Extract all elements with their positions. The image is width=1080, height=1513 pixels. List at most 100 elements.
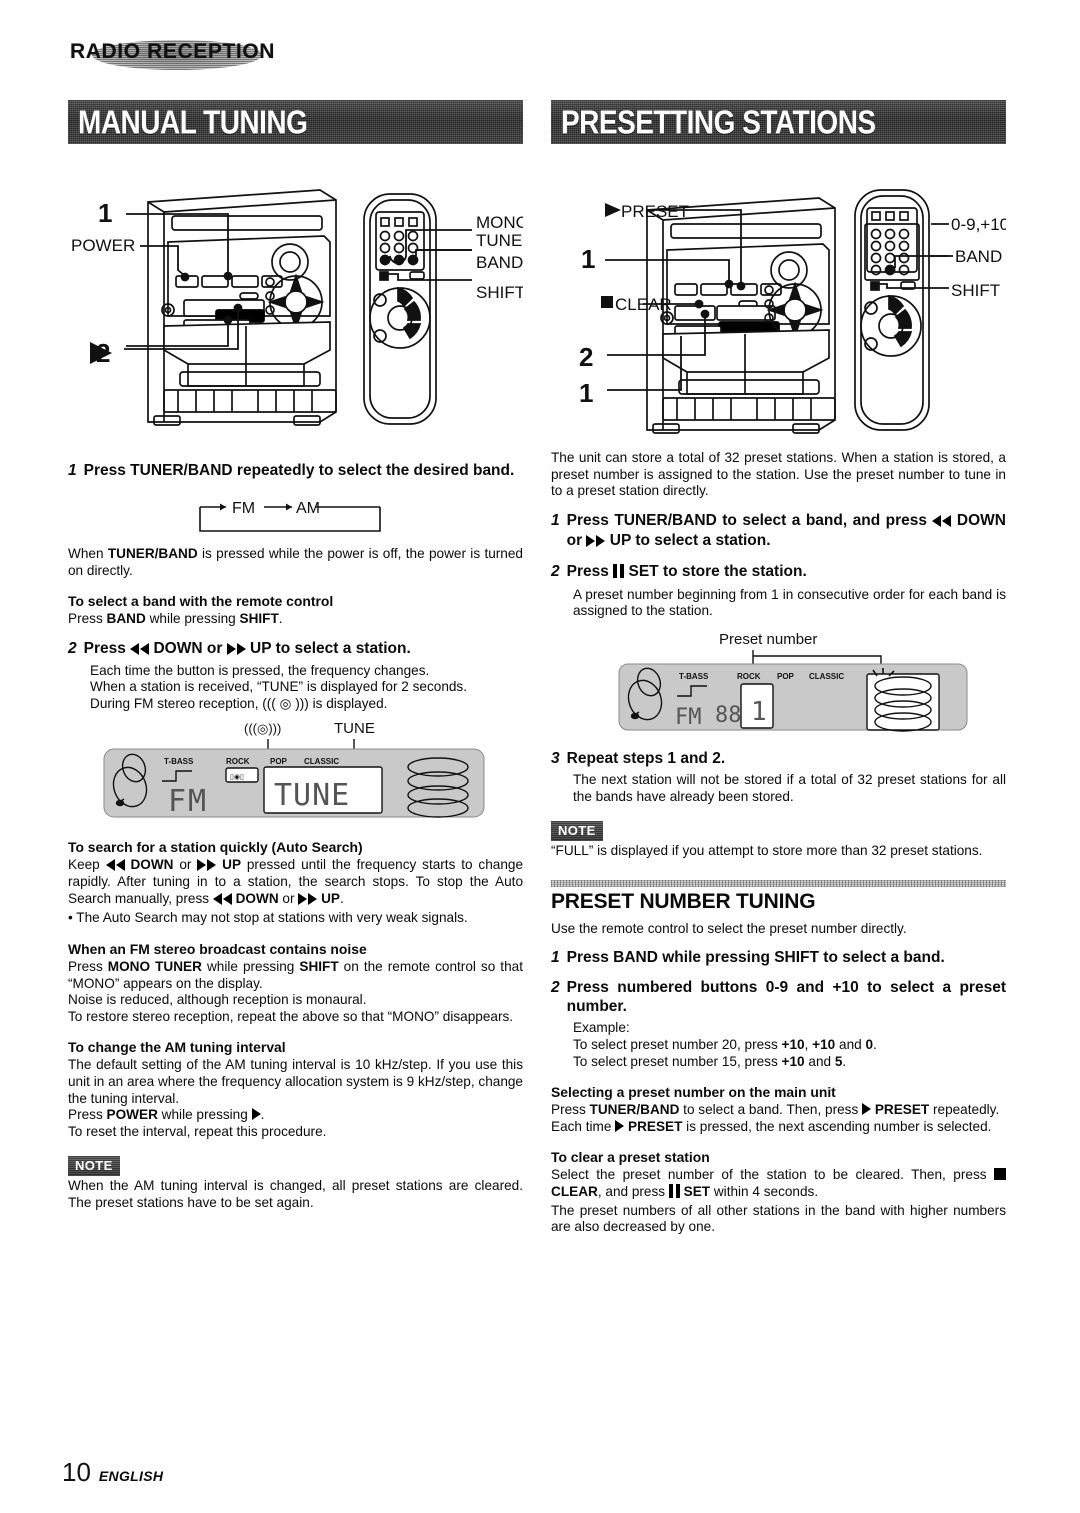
cp-c: , and press (597, 1183, 669, 1199)
rewind-icon (130, 640, 150, 659)
fm-noise-c: while pressing (201, 958, 300, 974)
left-step-1: 1 Press TUNER/BAND repeatedly to select … (68, 461, 523, 480)
subsection-step-1: 1 Press BAND while pressing SHIFT to sel… (551, 948, 1006, 967)
rewind-icon (212, 892, 232, 909)
am-interval-l2-pre: Press (68, 1107, 107, 1123)
left-step-2: 2 Press DOWN or UP to select a station. (68, 639, 523, 659)
callout-step-2: 2 (96, 338, 110, 368)
presetting-stations-illustration: PRESET 1 CLEAR 2 1 0-9,+10 BAND SHIFT (551, 150, 1006, 450)
auto-search-up: UP (222, 856, 242, 872)
auto-search-l2-up: UP (321, 890, 340, 906)
subsection-step-1-number: 1 (551, 949, 560, 967)
clear-preset-paragraph: Select the preset number of the station … (551, 1167, 1006, 1202)
callout-step-2: 2 (579, 342, 593, 372)
lcd-callout-stereo: (((◎))) (244, 721, 281, 736)
ex1-pre: To select preset number 20, press (573, 1036, 782, 1052)
left-step-1-number: 1 (68, 462, 77, 479)
ex1-b2: +10 (812, 1036, 836, 1052)
left-step-2-or: or (202, 639, 227, 657)
section-banner-presetting-stations: PRESETTING STATIONS (551, 100, 1006, 144)
clear-preset-heading: To clear a preset station (551, 1149, 710, 1166)
right-step-1-pre: Press TUNER/BAND to select a band, and p… (566, 511, 933, 529)
auto-search-l1-pre: Keep (68, 856, 106, 872)
callout-band: BAND (476, 253, 523, 272)
lcd-main-text: TUNE (274, 778, 350, 813)
lcd-label-classic: CLASSIC (809, 672, 844, 681)
subsection-rule (551, 879, 1006, 887)
main-unit-preset-line-2: Each time PRESET is pressed, the next as… (551, 1119, 1006, 1136)
manual-page: RADIO RECEPTION MANUAL TUNING 1 POWER 2 … (0, 0, 1080, 1513)
subsection-example-label: Example: (573, 1020, 630, 1036)
mu-a: Press (551, 1102, 590, 1118)
callout-step-1-top: 1 (581, 244, 595, 274)
left-column: MANUAL TUNING 1 POWER 2 MONO TUNE BAND S… (68, 100, 523, 1211)
right-step-2-text: Press SET to store the station. (567, 562, 807, 583)
am-interval-line-3: To reset the interval, repeat this proce… (68, 1123, 327, 1139)
left-step-2-pre: Press (83, 639, 131, 657)
lcd-badge-dolby: ▯◉▯ (230, 774, 244, 781)
right-step-2-pre: Press (566, 562, 614, 580)
clear-preset-line-2: The preset numbers of all other stations… (551, 1202, 1006, 1235)
callout-mono: MONO (476, 213, 523, 232)
cp-d: SET (683, 1183, 711, 1199)
auto-search-l2-or: or (278, 890, 299, 906)
main-unit-preset-paragraph: Press TUNER/BAND to select a band. Then,… (551, 1102, 1006, 1119)
rewind-icon (105, 858, 125, 875)
right-step-1-down: DOWN (956, 511, 1006, 529)
auto-search-heading: To search for a station quickly (Auto Se… (68, 838, 363, 855)
right-step-1-up: UP (609, 531, 632, 549)
power-on-paragraph: When TUNER/BAND is pressed while the pow… (68, 546, 523, 579)
left-step-2-post: to select a station. (271, 639, 411, 657)
ex2-pre: To select preset number 15, press (573, 1053, 782, 1069)
lcd-band-text: FM (168, 784, 208, 819)
cp-e: within 4 seconds. (710, 1183, 819, 1199)
fm-noise-line-3: To restore stereo reception, repeat the … (68, 1008, 514, 1024)
callout-step-1: 1 (98, 198, 112, 228)
pause-set-icon (613, 563, 625, 583)
fastforward-icon (586, 532, 606, 551)
band-fm-label: FM (232, 500, 255, 517)
remote-band-paragraph: Press BAND while pressing SHIFT. (68, 611, 523, 628)
left-step-2-up: UP (250, 639, 272, 657)
fm-noise-bold2: SHIFT (299, 958, 339, 974)
ex1-b3: 0 (865, 1036, 874, 1052)
auto-search-l2-down: DOWN (235, 890, 279, 906)
subsection-title: PRESET NUMBER TUNING (551, 889, 816, 913)
subsection-step-2-number: 2 (551, 979, 560, 997)
fastforward-icon (298, 892, 318, 909)
right-step-3-title: Repeat steps 1 and 2. (566, 749, 726, 767)
remote-control-drawing (854, 189, 930, 431)
right-step-3-body: The next station will not be stored if a… (573, 771, 1006, 804)
remote-band-bold2: SHIFT (239, 611, 279, 627)
section-banner-manual-tuning: MANUAL TUNING (68, 100, 523, 144)
mu-d: PRESET (874, 1102, 930, 1118)
fm-noise-line-2: Noise is reduced, although reception is … (68, 992, 367, 1008)
am-interval-power-bold: POWER (106, 1107, 158, 1123)
fastforward-icon (197, 858, 217, 875)
subsection-step-2-text: Press numbered buttons 0-9 and +10 to se… (566, 979, 1006, 1016)
main-unit-preset-heading: Selecting a preset number on the main un… (551, 1084, 836, 1101)
play-icon (251, 1108, 261, 1121)
ex1-and: and (835, 1036, 866, 1052)
right-step-1-or: or (566, 531, 587, 549)
right-step-2-body: A preset number beginning from 1 in cons… (573, 586, 1006, 619)
page-language: ENGLISH (98, 1468, 164, 1484)
lcd-label-rock: ROCK (226, 757, 250, 766)
lcd-label-t-bass: T-BASS (164, 757, 194, 766)
mu-h: is pressed, the next ascending number is… (682, 1118, 992, 1134)
right-step-1-text: Press TUNER/BAND to select a band, and p… (567, 511, 1006, 551)
right-note-text: “FULL” is displayed if you attempt to st… (551, 843, 983, 859)
right-step-2-set: SET (628, 562, 659, 580)
remote-band-a: Press (68, 611, 107, 627)
subsection-step-2: 2 Press numbered buttons 0-9 and +10 to … (551, 978, 1006, 1016)
left-step-1-text: Press TUNER/BAND repeatedly to select th… (83, 462, 515, 479)
lcd-preset-digit: 1 (751, 697, 767, 727)
pause-set-icon (668, 1183, 680, 1203)
band-am-label: AM (296, 500, 320, 517)
remote-band-bold1: BAND (106, 611, 146, 627)
topic-heading: RADIO RECEPTION (70, 38, 310, 72)
mu-e: repeatedly. (929, 1102, 1000, 1118)
topic-heading-label: RADIO RECEPTION (70, 40, 276, 63)
left-step-2-number: 2 (68, 639, 77, 657)
callout-numeric-keys: 0-9,+10 (951, 215, 1006, 234)
